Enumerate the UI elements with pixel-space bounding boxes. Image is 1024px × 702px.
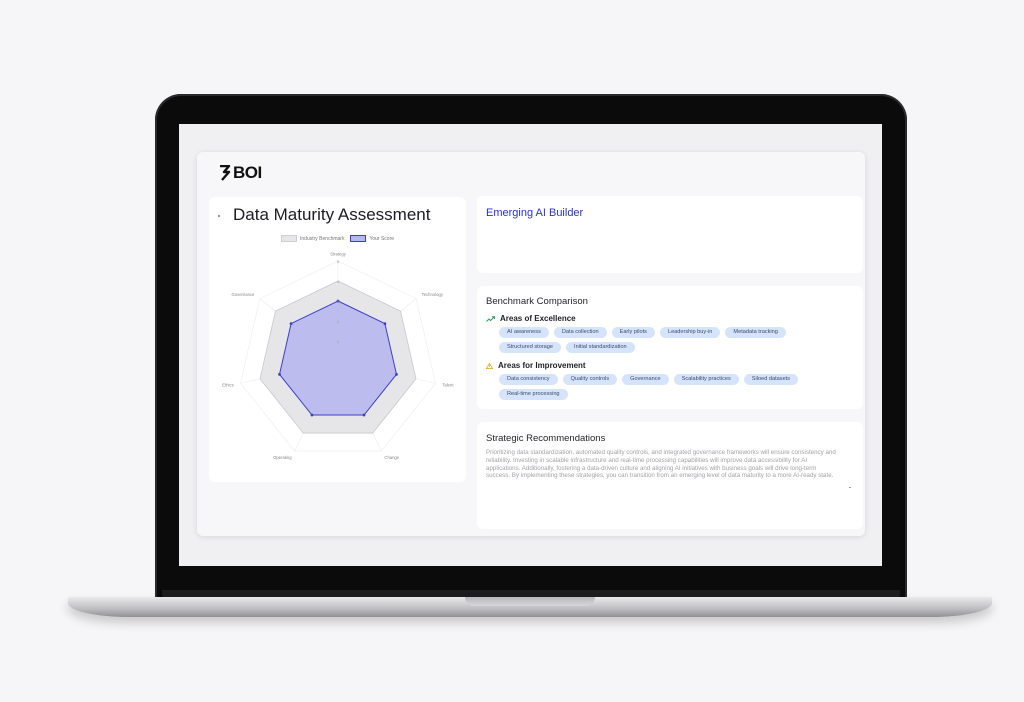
persona-panel: Emerging AI Builder [477, 196, 863, 273]
data-point [395, 372, 398, 376]
legend-benchmark[interactable]: Industry Benchmark [281, 235, 344, 242]
chip-improvement[interactable]: Siloed datasets [743, 374, 799, 385]
benchmark-panel: Benchmark Comparison Areas of Excellence… [477, 286, 863, 409]
warning-icon [486, 362, 493, 369]
app-card: BOI Data Maturity Assessment Industry Be… [197, 152, 865, 536]
axis-label: Ethics [222, 382, 233, 387]
improvement-heading: Areas for Improvement [486, 361, 586, 370]
chip-improvement[interactable]: Scalability practices [673, 374, 739, 385]
chip-improvement[interactable]: Real-time processing [499, 389, 568, 400]
legend-score[interactable]: Your Score [350, 235, 394, 242]
chip-excellence[interactable]: Initial standardization [566, 342, 635, 353]
chip-improvement[interactable]: Data consistency [499, 374, 558, 385]
benchmark-title: Benchmark Comparison [486, 296, 588, 307]
page-title: Data Maturity Assessment [233, 205, 431, 224]
recommendations-title: Strategic Recommendations [486, 433, 606, 444]
assessment-panel: Data Maturity Assessment Industry Benchm… [209, 197, 466, 482]
axis-label: Technology [422, 292, 444, 297]
data-point [278, 372, 281, 376]
chip-excellence[interactable]: AI awareness [499, 327, 549, 338]
chip-improvement[interactable]: Quality controls [562, 374, 618, 385]
chip-excellence[interactable]: Leadership buy-in [659, 327, 721, 338]
data-point [289, 322, 293, 325]
logo-mark-icon [220, 165, 231, 181]
legend-label-score: Your Score [369, 235, 395, 242]
laptop-notch [465, 597, 595, 606]
chip-excellence[interactable]: Data collection [553, 327, 607, 338]
legend-swatch-score [350, 235, 367, 242]
data-point [383, 322, 387, 325]
persona-title: Emerging AI Builder [486, 207, 584, 219]
excellence-heading: Areas of Excellence [486, 314, 576, 323]
axis-label: Operating [273, 455, 292, 460]
chart-legend: Industry Benchmark Your Score [281, 235, 394, 242]
chip-excellence[interactable]: Early pilots [611, 327, 655, 338]
excellence-heading-label: Areas of Excellence [500, 314, 576, 323]
improvement-heading-label: Areas for Improvement [498, 361, 586, 370]
logo-text: BOI [233, 163, 262, 182]
legend-swatch-benchmark [281, 235, 297, 242]
axis-label: Strategy [330, 252, 347, 257]
chip-excellence[interactable]: Structured storage [499, 342, 562, 353]
chip-improvement[interactable]: Governance [622, 374, 669, 385]
radar-chart: 12345StrategyTechnologyTalentChangeOpera… [222, 252, 454, 460]
axis-label: Change [384, 455, 399, 460]
chip-excellence[interactable]: Metadata tracking [725, 327, 786, 338]
data-point [310, 413, 314, 417]
axis-label: Talent [442, 382, 454, 387]
improvement-chips: Data consistency Quality controls Govern… [499, 374, 799, 400]
recommendations-text: Prioritizing data standardization, autom… [486, 449, 836, 480]
laptop-screen: BOI Data Maturity Assessment Industry Be… [179, 124, 882, 566]
excellence-chips: AI awareness Data collection Early pilot… [499, 327, 809, 353]
trending-up-icon [486, 315, 495, 322]
title-marker [218, 215, 220, 217]
brand-logo[interactable]: BOI [219, 163, 262, 183]
legend-label-benchmark: Industry Benchmark [300, 235, 345, 242]
axis-label: Governance [232, 292, 255, 297]
recommendations-panel: Strategic Recommendations Prioritizing d… [477, 422, 863, 529]
scroll-indicator [849, 487, 851, 488]
data-point [362, 413, 366, 417]
